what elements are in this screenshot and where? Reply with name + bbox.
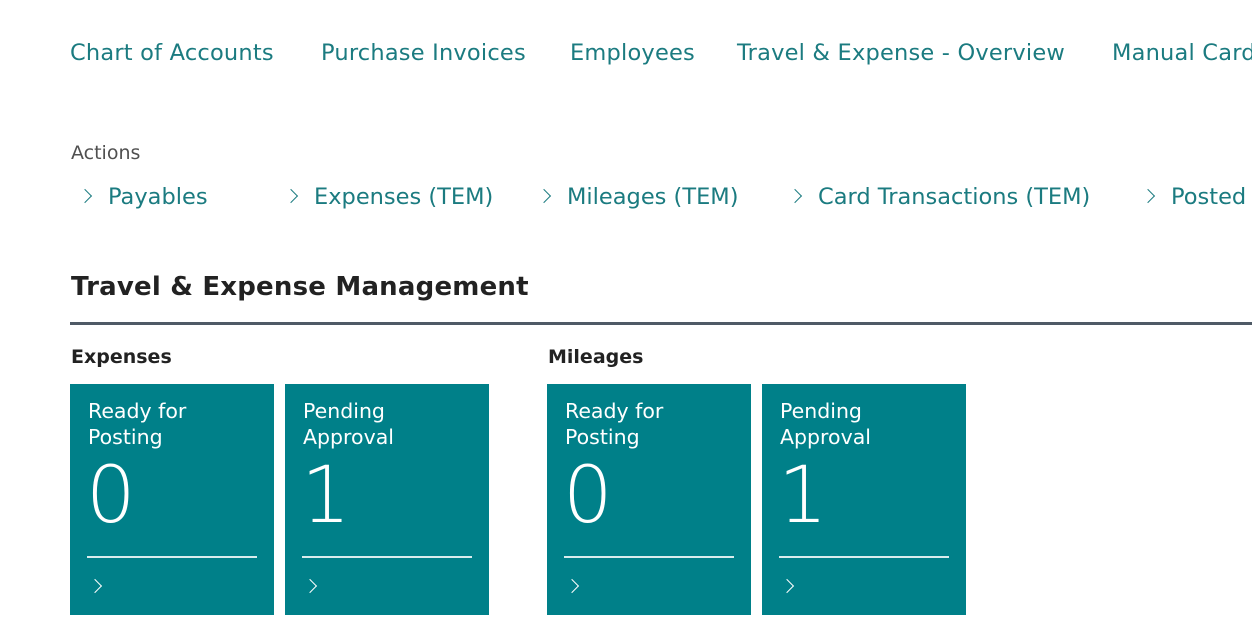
chevron-right-icon [1140, 188, 1156, 204]
nav-link-purchase-invoices[interactable]: Purchase Invoices [321, 40, 526, 66]
tile-expenses-pending-approval[interactable]: Pending Approval 1 [285, 384, 489, 615]
chevron-right-icon [779, 578, 795, 594]
action-label: Expenses (TEM) [314, 184, 494, 210]
tile-title: Pending Approval [303, 399, 394, 449]
role-center-page: Chart of Accounts Purchase Invoices Empl… [0, 0, 1252, 629]
section-divider [70, 322, 1252, 325]
action-label: Card Transactions (TEM) [818, 184, 1091, 210]
action-posted[interactable]: Posted [1140, 184, 1247, 210]
chevron-right-icon [87, 578, 103, 594]
tile-divider [87, 556, 257, 558]
tile-value: 1 [301, 451, 351, 541]
actions-heading: Actions [71, 142, 141, 164]
tile-divider [779, 556, 949, 558]
nav-link-chart-of-accounts[interactable]: Chart of Accounts [70, 40, 274, 66]
action-card-transactions-tem[interactable]: Card Transactions (TEM) [787, 184, 1091, 210]
chevron-right-icon [787, 188, 803, 204]
action-mileages-tem[interactable]: Mileages (TEM) [536, 184, 739, 210]
nav-link-manual-card[interactable]: Manual Card [1112, 40, 1252, 66]
chevron-right-icon [564, 578, 580, 594]
nav-link-travel-expense-overview[interactable]: Travel & Expense - Overview [737, 40, 1065, 66]
tile-expenses-ready-for-posting[interactable]: Ready for Posting 0 [70, 384, 274, 615]
chevron-right-icon [283, 188, 299, 204]
action-expenses-tem[interactable]: Expenses (TEM) [283, 184, 494, 210]
group-label-expenses: Expenses [71, 346, 172, 368]
tile-value: 0 [86, 451, 136, 541]
tile-divider [302, 556, 472, 558]
tile-value: 0 [563, 451, 613, 541]
action-payables[interactable]: Payables [77, 184, 208, 210]
chevron-right-icon [536, 188, 552, 204]
action-label: Mileages (TEM) [567, 184, 739, 210]
section-title: Travel & Expense Management [71, 272, 529, 302]
chevron-right-icon [302, 578, 318, 594]
action-label: Posted [1171, 184, 1247, 210]
tile-value: 1 [778, 451, 828, 541]
tile-mileages-pending-approval[interactable]: Pending Approval 1 [762, 384, 966, 615]
nav-link-employees[interactable]: Employees [570, 40, 695, 66]
tile-title: Ready for Posting [565, 399, 664, 449]
tile-title: Ready for Posting [88, 399, 187, 449]
tile-divider [564, 556, 734, 558]
action-label: Payables [108, 184, 208, 210]
tile-title: Pending Approval [780, 399, 871, 449]
tile-mileages-ready-for-posting[interactable]: Ready for Posting 0 [547, 384, 751, 615]
chevron-right-icon [77, 188, 93, 204]
group-label-mileages: Mileages [548, 346, 644, 368]
